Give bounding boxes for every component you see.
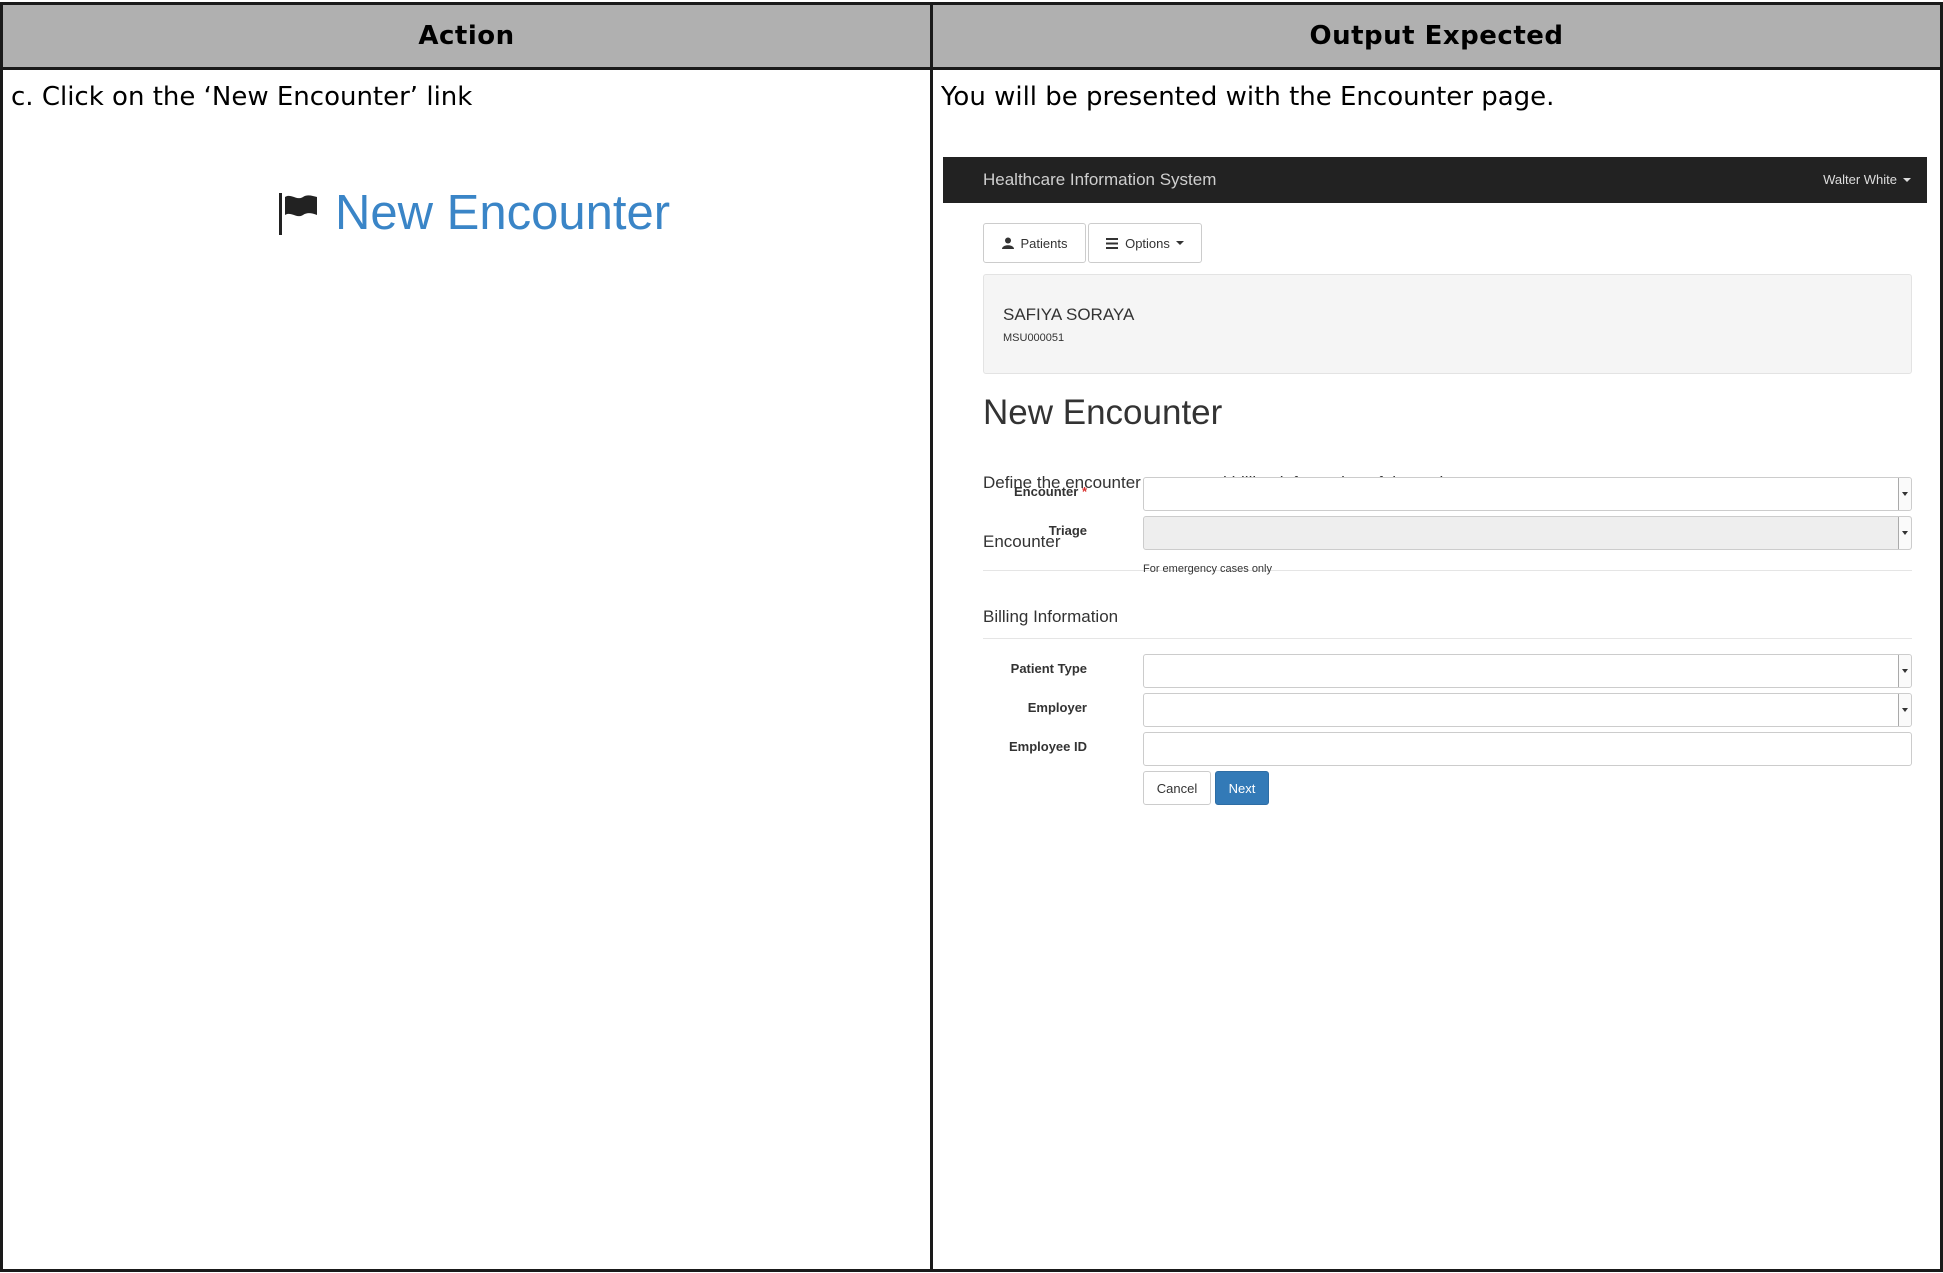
page-title: New Encounter (983, 393, 1223, 432)
user-menu[interactable]: Walter White (1823, 172, 1911, 187)
user-icon (1001, 237, 1014, 249)
flag-icon (279, 193, 317, 235)
triage-select[interactable] (1143, 516, 1912, 550)
encounter-select[interactable] (1143, 477, 1912, 511)
options-button-label: Options (1125, 235, 1170, 251)
encounter-label: Encounter * (943, 484, 1087, 499)
action-instruction: c. Click on the ‘New Encounter’ link (11, 82, 473, 112)
next-button[interactable]: Next (1215, 771, 1269, 805)
section-billing: Billing Information (983, 607, 1119, 626)
patient-type-label: Patient Type (1010, 661, 1087, 676)
dropdown-arrow-icon (1898, 478, 1911, 510)
caret-down-icon (1175, 241, 1184, 245)
user-name: Walter White (1823, 172, 1897, 187)
options-button[interactable]: Options (1088, 223, 1202, 263)
patients-button[interactable]: Patients (983, 223, 1086, 263)
dropdown-arrow-icon (1898, 694, 1911, 726)
patient-id: MSU000051 (1003, 332, 1065, 344)
triage-label: Triage (1048, 523, 1087, 538)
section-divider (983, 638, 1912, 639)
employee-id-input[interactable] (1143, 732, 1912, 766)
employer-label: Employer (1027, 700, 1087, 715)
required-mark: * (1081, 484, 1087, 499)
app-screenshot: Healthcare Information System Walter Whi… (943, 157, 1927, 1007)
encounter-label-text: Encounter (1014, 484, 1079, 499)
app-brand[interactable]: Healthcare Information System (983, 170, 1216, 190)
dropdown-arrow-icon (1898, 517, 1911, 549)
employer-select[interactable] (1143, 693, 1912, 727)
triage-help-text: For emergency cases only (1143, 563, 1272, 575)
navbar: Healthcare Information System Walter Whi… (943, 157, 1927, 203)
caret-down-icon (1903, 177, 1911, 182)
employee-id-label: Employee ID (1008, 739, 1087, 754)
header-output-expected: Output Expected (933, 5, 1940, 70)
column-divider (930, 5, 933, 1269)
header-action: Action (3, 5, 930, 70)
patient-name: SAFIYA SORAYA (1003, 305, 1135, 324)
patient-banner: SAFIYA SORAYA MSU000051 (983, 274, 1912, 374)
dropdown-arrow-icon (1898, 655, 1911, 687)
patient-type-select[interactable] (1143, 654, 1912, 688)
output-description: You will be presented with the Encounter… (941, 82, 1555, 112)
menu-icon (1106, 237, 1119, 249)
section-divider (983, 570, 1912, 571)
cancel-button[interactable]: Cancel (1143, 771, 1211, 805)
new-encounter-link-example[interactable]: New Encounter (277, 185, 670, 241)
new-encounter-link-label: New Encounter (335, 186, 671, 240)
patients-button-label: Patients (1020, 235, 1068, 251)
